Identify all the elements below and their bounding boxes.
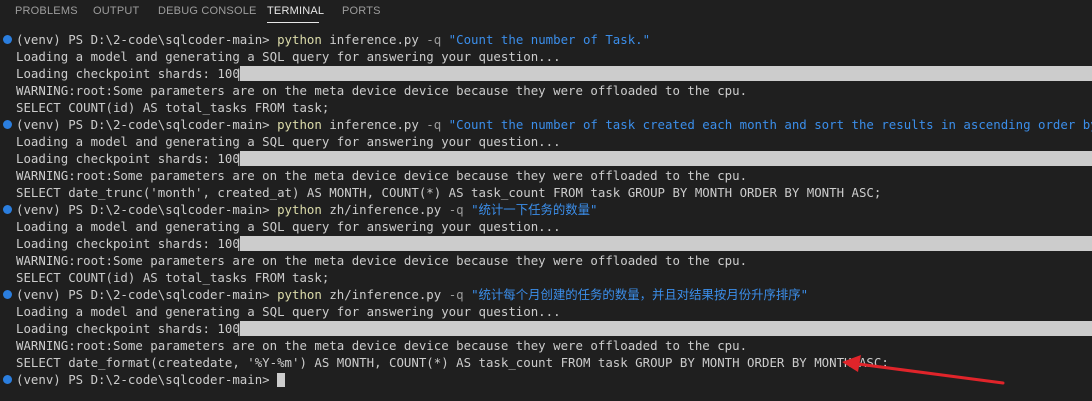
loading-message-text: Loading a model and generating a SQL que… bbox=[16, 304, 561, 319]
loading-message-text: Loading a model and generating a SQL que… bbox=[16, 134, 561, 149]
output-line: Loading a model and generating a SQL que… bbox=[0, 303, 1092, 320]
command-flag: -q bbox=[448, 202, 464, 217]
prompt-path: (venv) PS D:\2-code\sqlcoder-main> bbox=[16, 117, 278, 132]
sql-result: SELECT COUNT(id) AS total_tasks FROM tas… bbox=[16, 99, 329, 116]
output-line: Loading checkpoint shards: 100% | bbox=[0, 150, 1092, 167]
prompt-status-dot-icon bbox=[3, 290, 12, 299]
command-script: inference.py bbox=[321, 32, 427, 47]
progress-bar-fill bbox=[240, 236, 1092, 251]
command-flag: -q bbox=[426, 117, 442, 132]
prompt-text: (venv) PS D:\2-code\sqlcoder-main> pytho… bbox=[16, 116, 1092, 133]
warning-message-text: WARNING:root:Some parameters are on the … bbox=[16, 338, 748, 353]
progress-bar-fill bbox=[240, 151, 1092, 166]
prompt-status-dot-icon bbox=[3, 375, 12, 384]
checkpoint-progress-text: Loading checkpoint shards: 100% bbox=[16, 66, 248, 81]
checkpoint-progress-label: Loading checkpoint shards: 100% bbox=[16, 235, 247, 252]
checkpoint-progress-label: Loading checkpoint shards: 100% bbox=[16, 150, 247, 167]
checkpoint-progress-text: Loading checkpoint shards: 100% bbox=[16, 151, 248, 166]
checkpoint-progress-label: Loading checkpoint shards: 100% bbox=[16, 320, 247, 337]
terminal-output[interactable]: (venv) PS D:\2-code\sqlcoder-main> pytho… bbox=[0, 31, 1092, 401]
output-line: WARNING:root:Some parameters are on the … bbox=[0, 337, 1092, 354]
command-query-string: "Count the number of task created each m… bbox=[441, 117, 1092, 132]
command-flag: -q bbox=[448, 287, 464, 302]
sql-result-text: SELECT COUNT(id) AS total_tasks FROM tas… bbox=[16, 270, 330, 285]
output-line: Loading checkpoint shards: 100% | bbox=[0, 65, 1092, 82]
terminal-cursor[interactable] bbox=[277, 373, 286, 387]
prompt-status-dot-icon bbox=[3, 35, 12, 44]
output-line: SELECT date_format(createdate, '%Y-%m') … bbox=[0, 354, 1092, 371]
command-query-string: "Count the number of Task." bbox=[441, 32, 651, 47]
output-line: Loading a model and generating a SQL que… bbox=[0, 48, 1092, 65]
command-program: python bbox=[277, 202, 322, 217]
sql-result-text: SELECT COUNT(id) AS total_tasks FROM tas… bbox=[16, 100, 330, 115]
output-line: WARNING:root:Some parameters are on the … bbox=[0, 167, 1092, 184]
sql-result: SELECT date_format(createdate, '%Y-%m') … bbox=[16, 354, 889, 371]
sql-result-text: SELECT date_format(createdate, '%Y-%m') … bbox=[16, 355, 889, 370]
active-tab-indicator bbox=[267, 22, 319, 23]
prompt-line: (venv) PS D:\2-code\sqlcoder-main> pytho… bbox=[0, 116, 1092, 133]
command-flag: -q bbox=[426, 32, 442, 47]
tab-ports[interactable]: PORTS bbox=[342, 4, 381, 18]
output-line: SELECT COUNT(id) AS total_tasks FROM tas… bbox=[0, 99, 1092, 116]
prompt-status-dot-icon bbox=[3, 205, 12, 214]
warning-message: WARNING:root:Some parameters are on the … bbox=[16, 167, 747, 184]
warning-message: WARNING:root:Some parameters are on the … bbox=[16, 252, 747, 269]
prompt-path: (venv) PS D:\2-code\sqlcoder-main> bbox=[16, 32, 278, 47]
loading-message-text: Loading a model and generating a SQL que… bbox=[16, 219, 561, 234]
progress-bar-fill bbox=[240, 66, 1092, 81]
prompt-line: (venv) PS D:\2-code\sqlcoder-main> pytho… bbox=[0, 286, 1092, 303]
sql-result: SELECT COUNT(id) AS total_tasks FROM tas… bbox=[16, 269, 329, 286]
terminal-panel: PROBLEMS OUTPUT DEBUG CONSOLE TERMINAL P… bbox=[0, 0, 1092, 401]
prompt-line: (venv) PS D:\2-code\sqlcoder-main> pytho… bbox=[0, 201, 1092, 218]
output-line: SELECT date_trunc('month', created_at) A… bbox=[0, 184, 1092, 201]
output-line: Loading a model and generating a SQL que… bbox=[0, 133, 1092, 150]
output-line: WARNING:root:Some parameters are on the … bbox=[0, 82, 1092, 99]
loading-message: Loading a model and generating a SQL que… bbox=[16, 48, 561, 65]
command-query-string: "统计一下任务的数量" bbox=[463, 202, 598, 217]
prompt-text: (venv) PS D:\2-code\sqlcoder-main> pytho… bbox=[16, 201, 598, 218]
tab-debug-console[interactable]: DEBUG CONSOLE bbox=[158, 4, 257, 18]
warning-message-text: WARNING:root:Some parameters are on the … bbox=[16, 168, 748, 183]
loading-message-text: Loading a model and generating a SQL que… bbox=[16, 49, 561, 64]
command-query-string: "统计每个月创建的任务的数量，并且对结果按月份升序排序" bbox=[463, 287, 809, 302]
output-line: SELECT COUNT(id) AS total_tasks FROM tas… bbox=[0, 269, 1092, 286]
checkpoint-progress-text: Loading checkpoint shards: 100% bbox=[16, 236, 248, 251]
warning-message: WARNING:root:Some parameters are on the … bbox=[16, 82, 747, 99]
output-line: WARNING:root:Some parameters are on the … bbox=[0, 252, 1092, 269]
command-program: python bbox=[277, 32, 322, 47]
prompt-text: (venv) PS D:\2-code\sqlcoder-main> pytho… bbox=[16, 286, 808, 303]
checkpoint-progress-text: Loading checkpoint shards: 100% bbox=[16, 321, 248, 336]
command-script: zh/inference.py bbox=[321, 287, 449, 302]
loading-message: Loading a model and generating a SQL que… bbox=[16, 303, 561, 320]
output-line: Loading checkpoint shards: 100% | bbox=[0, 235, 1092, 252]
prompt-status-dot-icon bbox=[3, 120, 12, 129]
loading-message: Loading a model and generating a SQL que… bbox=[16, 218, 561, 235]
command-script: zh/inference.py bbox=[321, 202, 449, 217]
panel-tab-bar: PROBLEMS OUTPUT DEBUG CONSOLE TERMINAL P… bbox=[0, 0, 1092, 24]
prompt-path: (venv) PS D:\2-code\sqlcoder-main> bbox=[16, 372, 278, 387]
command-program: python bbox=[277, 117, 322, 132]
warning-message: WARNING:root:Some parameters are on the … bbox=[16, 337, 747, 354]
prompt-text: (venv) PS D:\2-code\sqlcoder-main> bbox=[16, 371, 277, 388]
output-line: Loading a model and generating a SQL que… bbox=[0, 218, 1092, 235]
warning-message-text: WARNING:root:Some parameters are on the … bbox=[16, 253, 748, 268]
loading-message: Loading a model and generating a SQL que… bbox=[16, 133, 561, 150]
tab-terminal[interactable]: TERMINAL bbox=[267, 4, 324, 18]
prompt-line: (venv) PS D:\2-code\sqlcoder-main> pytho… bbox=[0, 31, 1092, 48]
tab-output[interactable]: OUTPUT bbox=[93, 4, 139, 18]
progress-bar-fill bbox=[240, 321, 1092, 336]
prompt-path: (venv) PS D:\2-code\sqlcoder-main> bbox=[16, 202, 278, 217]
command-program: python bbox=[277, 287, 322, 302]
output-line: Loading checkpoint shards: 100% | bbox=[0, 320, 1092, 337]
warning-message-text: WARNING:root:Some parameters are on the … bbox=[16, 83, 748, 98]
prompt-path: (venv) PS D:\2-code\sqlcoder-main> bbox=[16, 287, 278, 302]
checkpoint-progress-label: Loading checkpoint shards: 100% bbox=[16, 65, 247, 82]
command-script: inference.py bbox=[321, 117, 427, 132]
sql-result-text: SELECT date_trunc('month', created_at) A… bbox=[16, 185, 882, 200]
prompt-line: (venv) PS D:\2-code\sqlcoder-main> bbox=[0, 371, 1092, 388]
sql-result: SELECT date_trunc('month', created_at) A… bbox=[16, 184, 881, 201]
tab-problems[interactable]: PROBLEMS bbox=[15, 4, 78, 18]
prompt-text: (venv) PS D:\2-code\sqlcoder-main> pytho… bbox=[16, 31, 650, 48]
